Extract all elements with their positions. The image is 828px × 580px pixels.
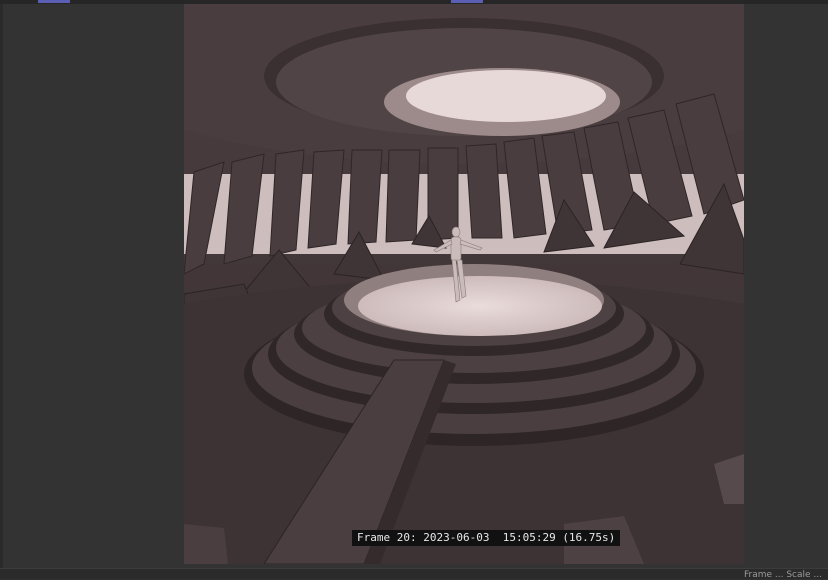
frame-timestamp: 2023-06-03 15:05:29	[423, 531, 556, 544]
render-image[interactable]	[184, 4, 744, 564]
active-tab-indicator[interactable]	[38, 0, 70, 3]
status-bar	[0, 568, 828, 579]
frame-render-time: (16.75s)	[562, 531, 616, 544]
rendered-scene	[184, 4, 744, 564]
active-tab-indicator-2[interactable]	[451, 0, 483, 3]
status-bar-text: Frame ... Scale ...	[743, 570, 822, 580]
frame-info-overlay: Frame 20: 2023-06-03 15:05:29 (16.75s)	[352, 530, 621, 546]
frame-label: Frame 20:	[357, 531, 417, 544]
